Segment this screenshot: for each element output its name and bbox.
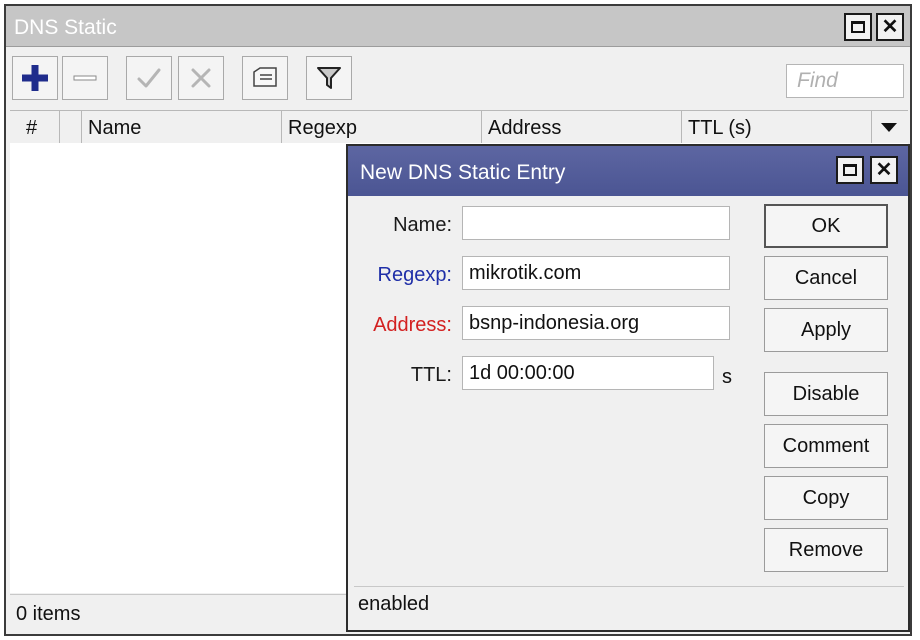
enable-icon	[137, 68, 161, 88]
name-field[interactable]	[462, 206, 730, 240]
column-header-ttl[interactable]: TTL (s)	[682, 111, 872, 143]
ttl-unit-label: s	[722, 366, 732, 388]
name-label: Name:	[393, 214, 452, 236]
column-header-regexp[interactable]: Regexp	[282, 111, 482, 143]
maximize-button[interactable]	[844, 13, 872, 41]
dialog-maximize-button[interactable]	[836, 156, 864, 184]
disable-entry-button[interactable]: Disable	[764, 372, 888, 416]
column-header-address[interactable]: Address	[482, 111, 682, 143]
new-dns-static-entry-dialog: New DNS Static Entry ✕ Name: Regexp: Add…	[346, 144, 910, 632]
column-header-flags[interactable]	[60, 111, 82, 143]
entry-status: enabled	[358, 593, 430, 615]
ttl-field[interactable]	[462, 356, 714, 390]
column-header-index[interactable]: #	[10, 111, 60, 143]
dialog-title: New DNS Static Entry	[360, 161, 566, 184]
remove-icon	[73, 75, 97, 81]
close-icon: ✕	[875, 159, 893, 181]
cancel-button[interactable]: Cancel	[764, 256, 888, 300]
window-title: DNS Static	[14, 16, 117, 39]
address-field[interactable]	[462, 306, 730, 340]
disable-button[interactable]	[178, 56, 224, 100]
regexp-field[interactable]	[462, 256, 730, 290]
dialog-titlebar[interactable]: New DNS Static Entry ✕	[348, 146, 908, 196]
comment-entry-button[interactable]: Comment	[764, 424, 888, 468]
filter-button[interactable]	[306, 56, 352, 100]
chevron-down-icon	[881, 123, 897, 132]
add-icon	[22, 65, 48, 91]
comment-icon	[253, 67, 277, 87]
add-button[interactable]	[12, 56, 58, 100]
dialog-close-button[interactable]: ✕	[870, 156, 898, 184]
remove-button[interactable]	[62, 56, 108, 100]
copy-button[interactable]: Copy	[764, 476, 888, 520]
comment-button[interactable]	[242, 56, 288, 100]
ok-button[interactable]: OK	[764, 204, 888, 248]
disable-icon	[191, 68, 211, 88]
find-input[interactable]	[786, 64, 904, 98]
maximize-icon	[851, 21, 865, 33]
dialog-status-bar: enabled	[354, 586, 904, 626]
enable-button[interactable]	[126, 56, 172, 100]
main-titlebar[interactable]: DNS Static ✕	[6, 6, 910, 47]
close-button[interactable]: ✕	[876, 13, 904, 41]
column-menu-button[interactable]	[872, 111, 908, 143]
table-header: # Name Regexp Address TTL (s)	[10, 110, 908, 144]
remove-entry-button[interactable]: Remove	[764, 528, 888, 572]
close-icon: ✕	[881, 16, 899, 38]
regexp-label: Regexp:	[377, 264, 453, 286]
status-bar: 0 items	[10, 594, 352, 632]
apply-button[interactable]: Apply	[764, 308, 888, 352]
item-count: 0 items	[16, 603, 81, 625]
maximize-icon	[843, 164, 857, 176]
filter-icon	[317, 67, 341, 89]
column-header-name[interactable]: Name	[82, 111, 282, 143]
address-label: Address:	[373, 314, 452, 336]
ttl-label: TTL:	[410, 364, 452, 386]
